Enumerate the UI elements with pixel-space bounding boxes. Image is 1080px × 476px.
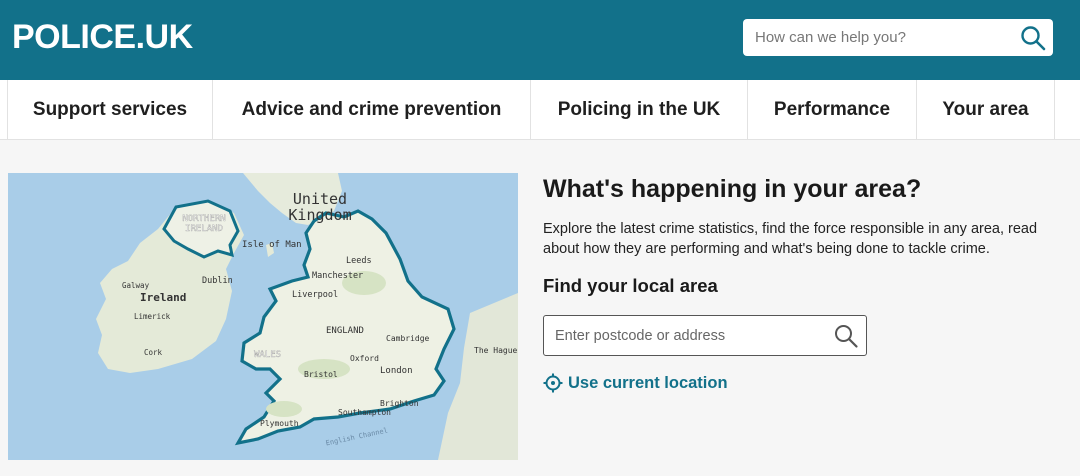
map-label-liverpool: Liverpool — [292, 290, 338, 300]
map-label-leeds: Leeds — [346, 256, 372, 266]
find-area-heading: Find your local area — [543, 275, 718, 296]
map-label-oxford: Oxford — [350, 354, 379, 363]
map-label-london: London — [380, 366, 413, 376]
nav-policing-uk[interactable]: Policing in the UK — [530, 80, 747, 140]
nav-advice-crime-prevention[interactable]: Advice and crime prevention — [212, 80, 530, 140]
nav-performance[interactable]: Performance — [747, 80, 916, 140]
map-label-galway: Galway — [122, 281, 150, 290]
map-label-england: ENGLAND — [326, 326, 364, 336]
panel-title: What's happening in your area? — [543, 175, 922, 203]
map-label-southampton: Southampton — [338, 408, 391, 417]
map-label-northern: NORTHERN — [182, 214, 225, 224]
map-label-english-channel: English Channel — [325, 426, 389, 447]
area-map[interactable]: United Kingdom NORTHERN IRELAND Isle of … — [8, 173, 518, 460]
map-label-cork: Cork — [144, 348, 163, 357]
search-icon[interactable] — [833, 323, 859, 349]
park-shade — [266, 401, 302, 417]
map-label-cambridge: Cambridge — [386, 334, 430, 343]
main-nav: Support services Advice and crime preven… — [0, 80, 1080, 140]
use-current-location-label: Use current location — [568, 373, 728, 392]
search-icon[interactable] — [1019, 24, 1047, 52]
crosshair-icon — [543, 373, 563, 393]
map-label-manchester: Manchester — [312, 271, 363, 281]
map-label-ireland-ni: IRELAND — [185, 224, 223, 234]
nav-your-area[interactable]: Your area — [916, 80, 1055, 140]
area-panel: What's happening in your area? Explore t… — [543, 173, 1063, 393]
postcode-input[interactable] — [544, 316, 824, 355]
map-label-plymouth: Plymouth — [260, 419, 299, 428]
map-label-the-hague: The Hague — [474, 346, 518, 355]
map-label-wales: WALES — [254, 350, 281, 360]
site-search — [743, 19, 1053, 56]
area-search — [543, 315, 867, 356]
map-label-ireland: Ireland — [140, 291, 186, 304]
map-label-isle-of-man: Isle of Man — [242, 240, 302, 250]
site-logo[interactable]: POLICE.UK — [12, 18, 193, 57]
site-search-input[interactable] — [743, 19, 1013, 56]
use-current-location-link[interactable]: Use current location — [543, 373, 728, 393]
panel-intro: Explore the latest crime statistics, fin… — [543, 221, 1038, 257]
map-label-limerick: Limerick — [134, 312, 171, 321]
site-header: POLICE.UK — [0, 0, 1080, 80]
map-label-brighton: Brighton — [380, 399, 419, 408]
nav-support-services[interactable]: Support services — [7, 80, 212, 140]
map-svg: United Kingdom NORTHERN IRELAND Isle of … — [96, 173, 518, 460]
map-label-kingdom: Kingdom — [288, 206, 351, 224]
map-label-dublin: Dublin — [202, 276, 233, 286]
map-label-bristol: Bristol — [304, 370, 338, 379]
